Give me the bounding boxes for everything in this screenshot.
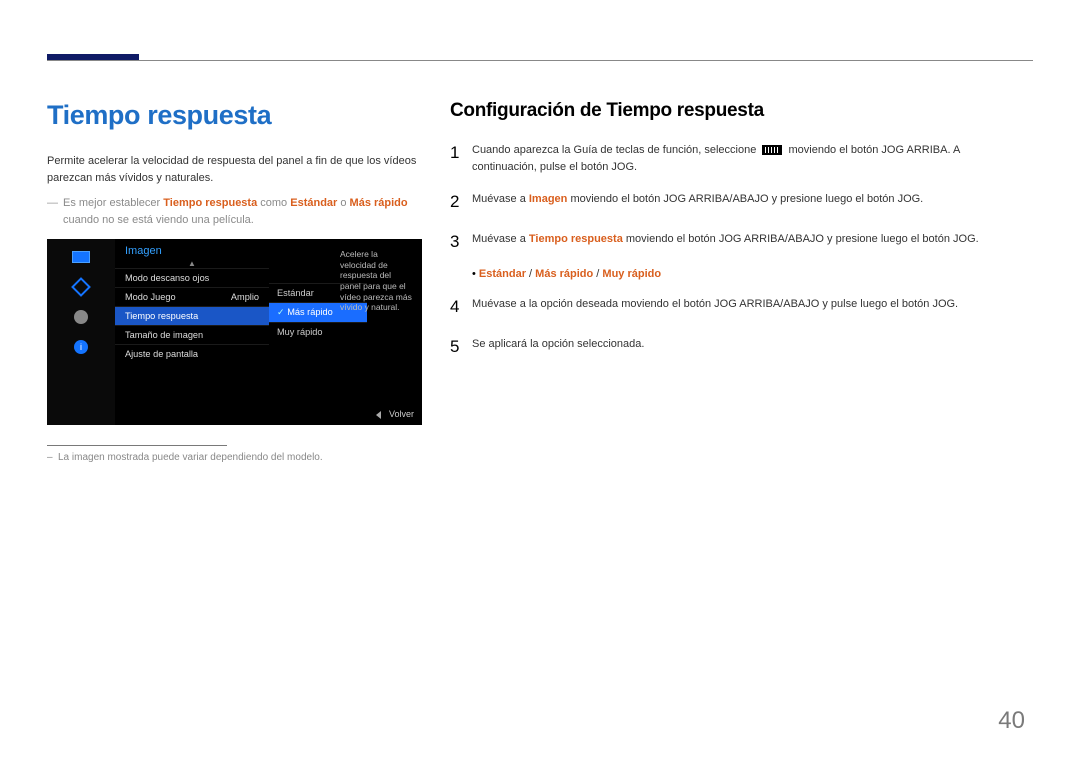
- osd-row-label: Ajuste de pantalla: [125, 349, 198, 359]
- term-imagen: Imagen: [529, 193, 568, 205]
- osd-row-tiempo-active: Tiempo respuesta: [115, 306, 269, 325]
- note-text: Es mejor establecer: [63, 197, 163, 209]
- step-3: 3 Muévase a Tiempo respuesta moviendo el…: [450, 229, 1025, 255]
- back-arrow-icon: [376, 411, 381, 419]
- options-list: Estándar / Más rápido / Muy rápido: [472, 268, 1025, 280]
- osd-row-label: Tamaño de imagen: [125, 330, 203, 340]
- note-text: cuando no se está viendo una película.: [63, 214, 254, 226]
- step-4: 4 Muévase a la opción deseada moviendo e…: [450, 294, 1025, 320]
- step-number: 3: [450, 229, 472, 255]
- step-text: moviendo el botón JOG ARRIBA/ABAJO y pre…: [623, 233, 979, 245]
- step-body: Muévase a la opción deseada moviendo el …: [472, 294, 1025, 320]
- intro-paragraph: Permite acelerar la velocidad de respues…: [47, 153, 422, 187]
- steps-list: 1 Cuando aparezca la Guía de teclas de f…: [450, 140, 1025, 254]
- function-key-icon: [762, 145, 782, 155]
- step-text: moviendo el botón JOG ARRIBA/ABAJO y pre…: [567, 193, 923, 205]
- step-body: Cuando aparezca la Guía de teclas de fun…: [472, 140, 1025, 175]
- osd-menu-title: Imagen: [115, 239, 269, 259]
- note-term-tiempo: Tiempo respuesta: [163, 197, 257, 209]
- note-term-masrapido: Más rápido: [350, 197, 408, 209]
- osd-screenshot: i Imagen ▲ Modo descanso ojos Modo Juego…: [47, 239, 422, 425]
- step-1: 1 Cuando aparezca la Guía de teclas de f…: [450, 140, 1025, 175]
- page-number: 40: [998, 707, 1025, 735]
- step-5: 5 Se aplicará la opción seleccionada.: [450, 334, 1025, 360]
- osd-row-label: Modo Juego: [125, 292, 176, 302]
- osd-description: Acelere la velocidad de respuesta del pa…: [336, 245, 418, 317]
- footnote-rule: [47, 445, 227, 446]
- osd-option-muyrapido: Muy rápido: [269, 322, 367, 341]
- osd-row-tamano: Tamaño de imagen: [115, 325, 269, 344]
- osd-sidebar: i: [47, 239, 115, 425]
- step-number: 2: [450, 189, 472, 215]
- osd-main-menu: Imagen ▲ Modo descanso ojos Modo Juego Am…: [115, 239, 269, 363]
- step-number: 1: [450, 140, 472, 175]
- step-body: Muévase a Tiempo respuesta moviendo el b…: [472, 229, 1025, 255]
- option-muyrapido: Muy rápido: [602, 268, 661, 280]
- step-2: 2 Muévase a Imagen moviendo el botón JOG…: [450, 189, 1025, 215]
- term-tiempo-respuesta: Tiempo respuesta: [529, 233, 623, 245]
- step-text: Muévase a: [472, 193, 529, 205]
- step-body: Muévase a Imagen moviendo el botón JOG A…: [472, 189, 1025, 215]
- option-estandar: Estándar: [479, 268, 526, 280]
- note-text: o: [337, 197, 349, 209]
- osd-row-value: Amplio: [231, 292, 259, 302]
- osd-row-descanso: Modo descanso ojos: [115, 268, 269, 287]
- osd-row-ajuste: Ajuste de pantalla: [115, 344, 269, 363]
- info-icon: i: [71, 337, 91, 357]
- osd-row-juego: Modo Juego Amplio: [115, 287, 269, 306]
- section-heading: Configuración de Tiempo respuesta: [450, 100, 1025, 122]
- page-title: Tiempo respuesta: [47, 100, 422, 131]
- step-number: 4: [450, 294, 472, 320]
- right-column: Configuración de Tiempo respuesta 1 Cuan…: [450, 100, 1025, 373]
- option-sep: /: [526, 268, 535, 280]
- osd-footer: Volver: [376, 409, 414, 419]
- note-text: como: [257, 197, 290, 209]
- steps-list-cont: 4 Muévase a la opción deseada moviendo e…: [450, 294, 1025, 359]
- header-rule: [47, 60, 1033, 61]
- settings-icon: [71, 307, 91, 327]
- scroll-up-indicator: ▲: [115, 259, 269, 268]
- step-body: Se aplicará la opción seleccionada.: [472, 334, 1025, 360]
- step-text: Cuando aparezca la Guía de teclas de fun…: [472, 144, 759, 156]
- osd-row-label: Tiempo respuesta: [125, 311, 198, 321]
- step-text: Muévase a: [472, 233, 529, 245]
- left-column: Tiempo respuesta Permite acelerar la vel…: [47, 100, 422, 463]
- option-masrapido: Más rápido: [535, 268, 593, 280]
- note-paragraph: Es mejor establecer Tiempo respuesta com…: [47, 195, 422, 229]
- picture-icon: [71, 277, 91, 297]
- osd-back-label: Volver: [389, 409, 414, 419]
- osd-row-label: Modo descanso ojos: [125, 273, 209, 283]
- monitor-icon: [71, 247, 91, 267]
- step-number: 5: [450, 334, 472, 360]
- note-term-estandar: Estándar: [290, 197, 337, 209]
- image-disclaimer: La imagen mostrada puede variar dependie…: [47, 452, 422, 463]
